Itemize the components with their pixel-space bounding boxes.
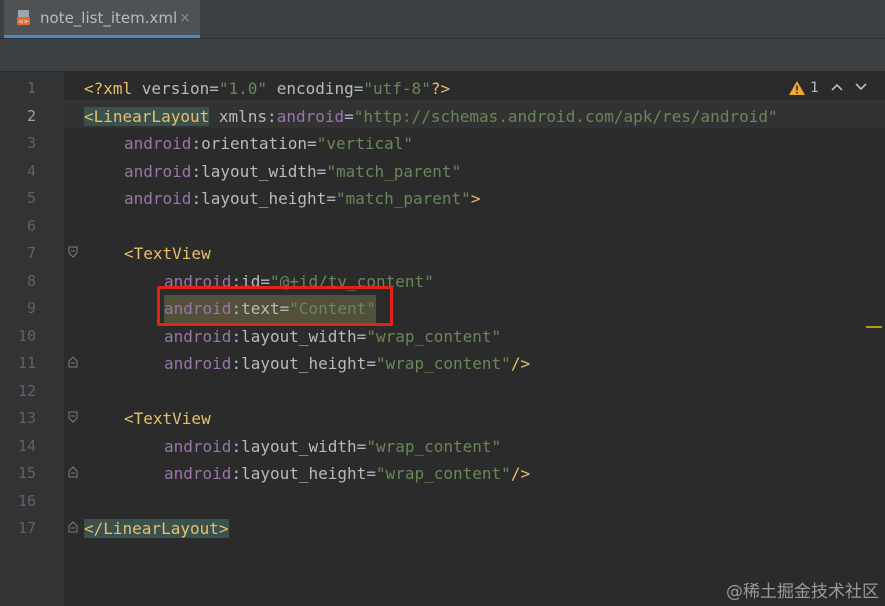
- code-line-3: android:orientation="vertical": [124, 134, 414, 153]
- code-line-10: android:layout_width="wrap_content": [164, 326, 502, 346]
- chevron-up-icon[interactable]: [831, 80, 843, 96]
- line-number: 2: [26, 106, 36, 125]
- code-line-1: <?xml version="1.0" encoding="utf-8"?>: [84, 79, 451, 98]
- code-line-13: <TextView: [124, 409, 211, 428]
- code-line-14: android:layout_width="wrap_content": [164, 436, 502, 456]
- editor-tab-bar: <> note_list_item.xml ×: [0, 0, 885, 39]
- line-number: 14: [17, 436, 36, 455]
- warning-icon: [789, 81, 806, 95]
- code-line-5: android:layout_height="match_parent">: [124, 189, 481, 208]
- line-number: 5: [26, 189, 36, 207]
- svg-text:<>: <>: [18, 18, 28, 25]
- close-icon[interactable]: ×: [176, 9, 194, 27]
- line-number: 15: [17, 464, 36, 482]
- highlight-box: [157, 286, 393, 326]
- line-number: 12: [17, 381, 36, 400]
- warning-count: 1: [810, 80, 819, 96]
- scrollbar-warning-marker[interactable]: [866, 326, 882, 328]
- line-number: 11: [17, 354, 36, 372]
- line-number: 1: [26, 79, 36, 97]
- code-line-2: <LinearLayout xmlns:android="http://sche…: [84, 106, 778, 126]
- watermark: @稀土掘金技术社区: [726, 582, 879, 602]
- code-editor[interactable]: <?xml version="1.0" encoding="utf-8"?> <…: [64, 72, 885, 606]
- line-number: 16: [17, 491, 36, 510]
- editor-breadcrumb-bar: [0, 39, 885, 72]
- line-number: 9: [26, 299, 36, 317]
- line-number: 6: [26, 216, 36, 235]
- line-number: 3: [26, 134, 36, 152]
- chevron-down-icon[interactable]: [855, 80, 867, 96]
- xml-file-icon: <>: [16, 9, 34, 27]
- code-line-15: android:layout_height="wrap_content"/>: [164, 464, 531, 483]
- line-number: 17: [17, 519, 36, 537]
- inspection-widget[interactable]: 1: [788, 80, 867, 96]
- code-line-17: </LinearLayout>: [84, 519, 229, 538]
- line-number: 8: [26, 271, 36, 290]
- line-number: 4: [26, 161, 36, 180]
- tab-note-list-item[interactable]: <> note_list_item.xml ×: [4, 0, 200, 38]
- code-line-7: <TextView: [124, 244, 211, 263]
- line-number: 13: [17, 409, 36, 427]
- line-number-gutter: 1 2 3 4 5 6 7 8 9 10 11 12 13 14 15 16 1…: [0, 72, 64, 606]
- code-line-4: android:layout_width="match_parent": [124, 161, 462, 181]
- code-line-11: android:layout_height="wrap_content"/>: [164, 354, 531, 373]
- line-number: 10: [17, 326, 36, 345]
- tab-filename: note_list_item.xml: [40, 8, 178, 27]
- line-number: 7: [26, 244, 36, 262]
